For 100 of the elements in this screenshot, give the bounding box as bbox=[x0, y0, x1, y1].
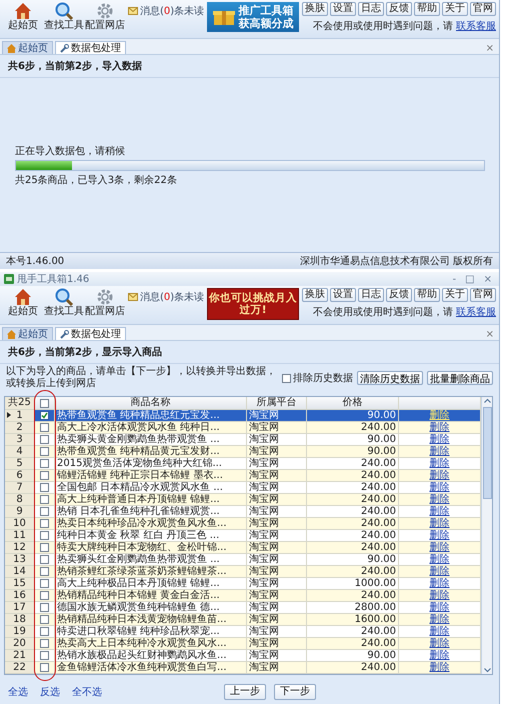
toolbar-button[interactable]: 设置 bbox=[330, 2, 356, 16]
delete-link[interactable]: 删除 bbox=[430, 422, 450, 433]
column-header[interactable]: 价格 bbox=[307, 397, 399, 409]
row-checkbox[interactable] bbox=[40, 567, 49, 576]
product-name-cell: 热卖狮头黄金刚鹦鹉鱼热带观赏鱼 ... bbox=[57, 434, 220, 445]
scroll-down-icon[interactable] bbox=[482, 666, 492, 674]
delete-link[interactable]: 删除 bbox=[430, 578, 450, 589]
row-checkbox[interactable] bbox=[40, 483, 49, 492]
row-checkbox[interactable] bbox=[40, 555, 49, 564]
row-checkbox[interactable] bbox=[40, 435, 49, 444]
row-checkbox[interactable] bbox=[40, 591, 49, 600]
delete-link[interactable]: 删除 bbox=[430, 494, 450, 505]
row-checkbox[interactable] bbox=[40, 639, 49, 648]
row-number: 22 bbox=[13, 662, 26, 673]
close-tab-button[interactable]: × bbox=[486, 43, 497, 54]
select-all-checkbox[interactable] bbox=[40, 398, 49, 408]
delete-link[interactable]: 删除 bbox=[430, 530, 450, 541]
step-heading: 共6步，当前第2步，显示导入商品 bbox=[0, 341, 499, 364]
tab[interactable]: 起始页 bbox=[2, 327, 53, 340]
toolbar-button[interactable]: 关于 bbox=[442, 2, 468, 16]
row-checkbox[interactable] bbox=[40, 531, 49, 540]
toolbar-button[interactable]: 帮助 bbox=[414, 2, 440, 16]
toolbar-button[interactable]: 配置网店 bbox=[85, 2, 125, 32]
delete-link[interactable]: 删除 bbox=[430, 566, 450, 577]
toolbar-button[interactable]: 查找工具 bbox=[44, 288, 84, 318]
delete-link[interactable]: 删除 bbox=[430, 614, 450, 625]
selection-link[interactable]: 全不选 bbox=[72, 685, 102, 699]
delete-link[interactable]: 删除 bbox=[430, 554, 450, 565]
delete-link[interactable]: 删除 bbox=[430, 662, 450, 673]
message-count-text[interactable]: 消息(0)条未读 bbox=[140, 4, 204, 18]
delete-link[interactable]: 删除 bbox=[430, 470, 450, 481]
delete-link[interactable]: 删除 bbox=[430, 590, 450, 601]
toolbar-button[interactable]: 官网 bbox=[470, 2, 496, 16]
product-name-cell: 热销水族极品起头红财神鹦鹉风水鱼... bbox=[57, 650, 227, 661]
message-count-text[interactable]: 消息(0)条未读 bbox=[140, 290, 204, 304]
maximize-button[interactable]: □ bbox=[462, 274, 478, 284]
row-checkbox[interactable] bbox=[40, 651, 49, 660]
toolbar-button[interactable]: 帮助 bbox=[414, 288, 440, 302]
row-checkbox[interactable] bbox=[40, 603, 49, 612]
row-checkbox[interactable] bbox=[40, 411, 49, 420]
row-checkbox[interactable] bbox=[40, 519, 49, 528]
wrench-icon bbox=[60, 44, 69, 52]
row-checkbox[interactable] bbox=[40, 495, 49, 504]
row-checkbox[interactable] bbox=[40, 447, 49, 456]
delete-link[interactable]: 删除 bbox=[430, 410, 450, 421]
checkbox[interactable] bbox=[282, 374, 291, 382]
scroll-up-icon[interactable] bbox=[482, 397, 492, 405]
delete-link[interactable]: 删除 bbox=[430, 638, 450, 649]
delete-link[interactable]: 删除 bbox=[430, 602, 450, 613]
delete-link[interactable]: 删除 bbox=[430, 458, 450, 469]
minimize-button[interactable]: - bbox=[450, 274, 460, 284]
row-checkbox[interactable] bbox=[40, 663, 49, 672]
action-button[interactable]: 批量删除商品 bbox=[427, 371, 493, 385]
promo-banner[interactable]: 推广工具箱 获高额分成 bbox=[207, 2, 299, 32]
selection-link[interactable]: 全选 bbox=[8, 685, 28, 699]
action-button[interactable]: 清除历史数据 bbox=[357, 371, 423, 385]
row-checkbox[interactable] bbox=[40, 579, 49, 588]
tab[interactable]: 起始页 bbox=[2, 41, 53, 54]
toolbar-button[interactable]: 查找工具 bbox=[44, 2, 84, 32]
toolbar-button[interactable]: 关于 bbox=[442, 288, 468, 302]
contact-support-link[interactable]: 联系客服 bbox=[456, 19, 496, 33]
house-icon bbox=[7, 44, 16, 52]
toolbar-button[interactable]: 换肤 bbox=[302, 2, 328, 16]
row-checkbox[interactable] bbox=[40, 459, 49, 468]
toolbar-button[interactable]: 日志 bbox=[358, 2, 384, 16]
delete-link[interactable]: 删除 bbox=[430, 482, 450, 493]
toolbar-button[interactable]: 反馈 bbox=[386, 288, 412, 302]
contact-support-link[interactable]: 联系客服 bbox=[456, 305, 496, 319]
row-checkbox[interactable] bbox=[40, 423, 49, 432]
delete-link[interactable]: 删除 bbox=[430, 434, 450, 445]
toolbar-button[interactable]: 反馈 bbox=[386, 2, 412, 16]
close-tab-button[interactable]: × bbox=[486, 329, 497, 340]
delete-link[interactable]: 删除 bbox=[430, 506, 450, 517]
step-button[interactable]: 上一步 bbox=[224, 684, 266, 700]
delete-link[interactable]: 删除 bbox=[430, 446, 450, 457]
row-checkbox[interactable] bbox=[40, 507, 49, 516]
selection-link[interactable]: 反选 bbox=[40, 685, 60, 699]
step-button[interactable]: 下一步 bbox=[274, 684, 316, 700]
toolbar-button[interactable]: 起始页 bbox=[3, 2, 43, 32]
row-checkbox[interactable] bbox=[40, 627, 49, 636]
scrollbar[interactable] bbox=[481, 397, 492, 674]
toolbar-button[interactable]: 配置网店 bbox=[85, 288, 125, 318]
row-checkbox[interactable] bbox=[40, 471, 49, 480]
toolbar-button[interactable]: 起始页 bbox=[3, 288, 43, 318]
column-header[interactable]: 所属平台 bbox=[247, 397, 307, 409]
close-button[interactable]: × bbox=[480, 274, 495, 284]
toolbar-button[interactable]: 日志 bbox=[358, 288, 384, 302]
toolbar-button[interactable]: 换肤 bbox=[302, 288, 328, 302]
tab[interactable]: 数据包处理 bbox=[55, 327, 126, 340]
row-checkbox[interactable] bbox=[40, 615, 49, 624]
toolbar-button[interactable]: 官网 bbox=[470, 288, 496, 302]
delete-link[interactable]: 删除 bbox=[430, 542, 450, 553]
row-number: 6 bbox=[16, 470, 23, 481]
delete-link[interactable]: 删除 bbox=[430, 518, 450, 529]
price-cell: 240.00 bbox=[361, 590, 396, 601]
row-checkbox[interactable] bbox=[40, 543, 49, 552]
delete-link[interactable]: 删除 bbox=[430, 626, 450, 637]
tab[interactable]: 数据包处理 bbox=[55, 41, 126, 54]
delete-link[interactable]: 删除 bbox=[430, 650, 450, 661]
toolbar-button[interactable]: 设置 bbox=[330, 288, 356, 302]
